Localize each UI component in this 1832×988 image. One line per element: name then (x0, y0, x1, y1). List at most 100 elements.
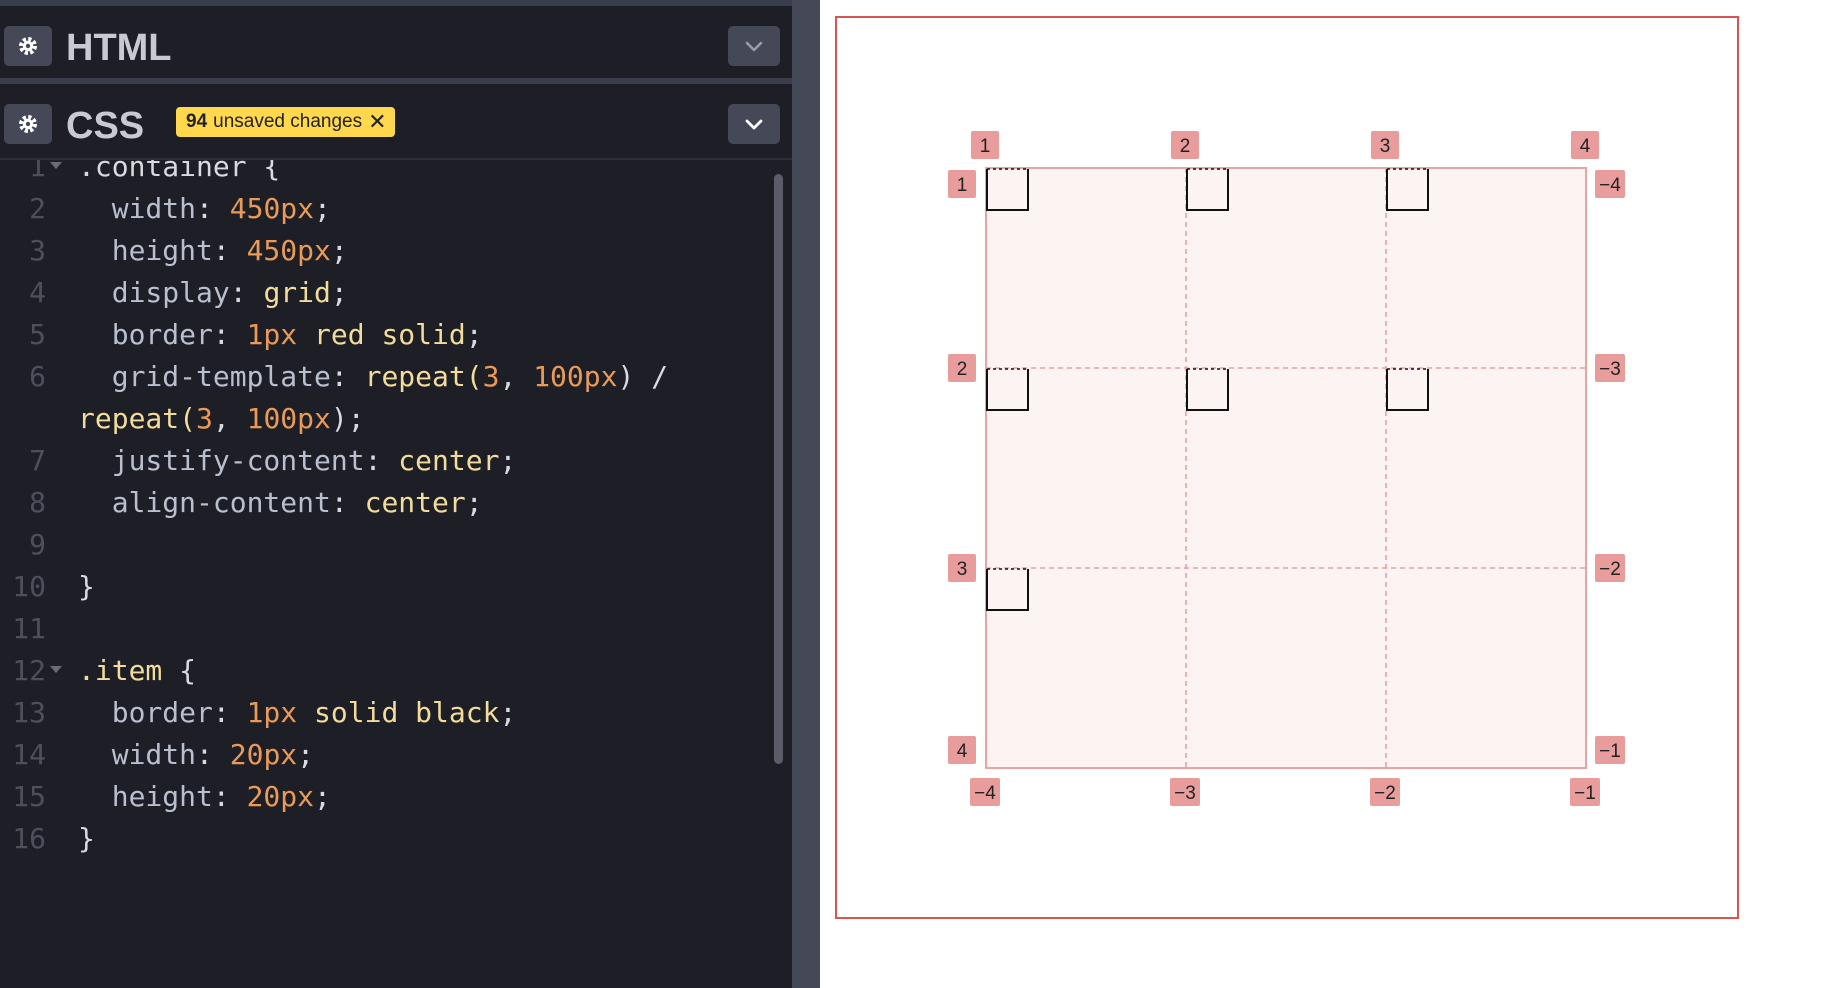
editor-preview-resizer[interactable] (792, 0, 820, 988)
line-number: 16 (12, 822, 46, 855)
top-line-label: 3 (1380, 136, 1391, 157)
line-number: 9 (29, 528, 46, 561)
line-number: 2 (29, 192, 46, 225)
code-token: align-content (78, 486, 331, 519)
code-token: ; (314, 192, 331, 225)
css-collapse-button[interactable] (728, 104, 780, 144)
line-number: 10 (12, 570, 46, 603)
code-token: 20px (229, 738, 298, 771)
code-token: red solid (297, 318, 466, 351)
line-number: 14 (12, 738, 46, 771)
code-token: 1px (246, 696, 298, 729)
html-collapse-button[interactable] (728, 26, 780, 66)
code-text: border: 1px red solid; (78, 314, 483, 356)
code-token: ); (330, 402, 365, 435)
code-token: : (196, 192, 230, 225)
code-text: grid-template: repeat(3, 100px) / (78, 356, 668, 398)
code-token: 100px (246, 402, 331, 435)
code-token: 20px (246, 780, 315, 813)
code-text: .container { (78, 160, 280, 188)
left-line-label: 2 (957, 359, 968, 380)
code-token: ; (499, 444, 517, 477)
code-token: ; (499, 696, 517, 729)
html-panel-header: HTML (0, 6, 792, 80)
code-token: repeat( (78, 402, 197, 435)
css-code-area[interactable]: 1 .container {2 width: 450px; 3 height: 45… (0, 160, 770, 988)
line-number: 8 (29, 486, 46, 519)
grid-inspector-overlay: 1 2 3 4 −4 −3 −2 −1 1 2 3 4 −4 −3 −2 −1 (835, 16, 1739, 919)
line-number: 4 (29, 276, 46, 309)
unsaved-changes-badge[interactable]: 94 unsaved changes ✕ (176, 107, 395, 137)
fold-arrow-icon[interactable] (50, 666, 62, 673)
right-line-label: −4 (1599, 175, 1621, 196)
code-token: grid (263, 276, 331, 309)
close-icon[interactable]: ✕ (368, 107, 386, 137)
html-settings-button[interactable] (4, 26, 52, 66)
line-number: 7 (29, 444, 46, 477)
css-settings-button[interactable] (4, 104, 52, 144)
right-line-label: −1 (1599, 741, 1621, 762)
line-number: 13 (12, 696, 46, 729)
code-token: ; (465, 318, 483, 351)
gear-icon (19, 115, 37, 133)
code-token: 3 (196, 402, 213, 435)
code-token: ; (297, 738, 315, 771)
code-text: width: 20px; (78, 734, 314, 776)
code-token: .item (78, 654, 163, 687)
code-text: } (78, 818, 95, 860)
code-token: : (212, 780, 247, 813)
bottom-line-label: −2 (1374, 783, 1396, 804)
preview-pane: 1 2 3 4 −4 −3 −2 −1 1 2 3 4 −4 −3 −2 −1 (820, 0, 1832, 988)
bottom-line-label: −3 (1174, 783, 1196, 804)
css-panel-header: CSS 94 unsaved changes ✕ (0, 84, 792, 160)
left-line-label: 3 (957, 559, 968, 580)
code-text: height: 450px; (78, 230, 348, 272)
code-token: : (212, 318, 247, 351)
right-line-label: −2 (1599, 559, 1621, 580)
code-text: } (78, 566, 95, 608)
code-token: repeat( (364, 360, 483, 393)
line-number: 1 (29, 160, 46, 183)
code-token: 3 (482, 360, 500, 393)
html-panel-title: HTML (66, 27, 172, 69)
code-token: display (78, 276, 230, 309)
gear-icon (19, 37, 37, 55)
chevron-down-icon (745, 119, 763, 130)
code-text: height: 20px; (78, 776, 331, 818)
code-token: : (330, 360, 365, 393)
code-text: justify-content: center; (78, 440, 517, 482)
code-token: .container { (78, 160, 281, 183)
code-token: 1px (246, 318, 298, 351)
css-panel-title: CSS (66, 105, 145, 147)
line-number: 15 (12, 780, 46, 813)
left-line-label: 1 (957, 175, 968, 196)
top-line-label: 2 (1180, 136, 1191, 157)
code-token: : (212, 696, 247, 729)
code-token: ; (314, 780, 331, 813)
code-token: : (364, 444, 399, 477)
code-token: solid black (297, 696, 500, 729)
line-number: 12 (12, 654, 46, 687)
code-token: center (398, 444, 500, 477)
code-text: repeat(3, 100px); (78, 398, 365, 440)
code-text: align-content: center; (78, 482, 483, 524)
code-token: justify-content (78, 444, 365, 477)
line-number: 3 (29, 234, 46, 267)
line-number: 6 (29, 360, 46, 393)
code-token: ; (330, 276, 348, 309)
chevron-down-icon (745, 41, 763, 52)
code-token: 450px (229, 192, 315, 225)
code-token: , (499, 360, 534, 393)
grid-area (985, 167, 1587, 769)
line-number: 5 (29, 318, 46, 351)
code-scrollbar-thumb[interactable] (774, 174, 783, 764)
line-number: 11 (12, 612, 46, 645)
code-token: border (78, 318, 213, 351)
code-token: } (78, 822, 95, 855)
code-token: : (212, 234, 247, 267)
code-token: : (330, 486, 365, 519)
code-token: : (196, 738, 230, 771)
code-token: ; (465, 486, 483, 519)
fold-arrow-icon[interactable] (50, 162, 62, 169)
code-text: .item { (78, 650, 196, 692)
